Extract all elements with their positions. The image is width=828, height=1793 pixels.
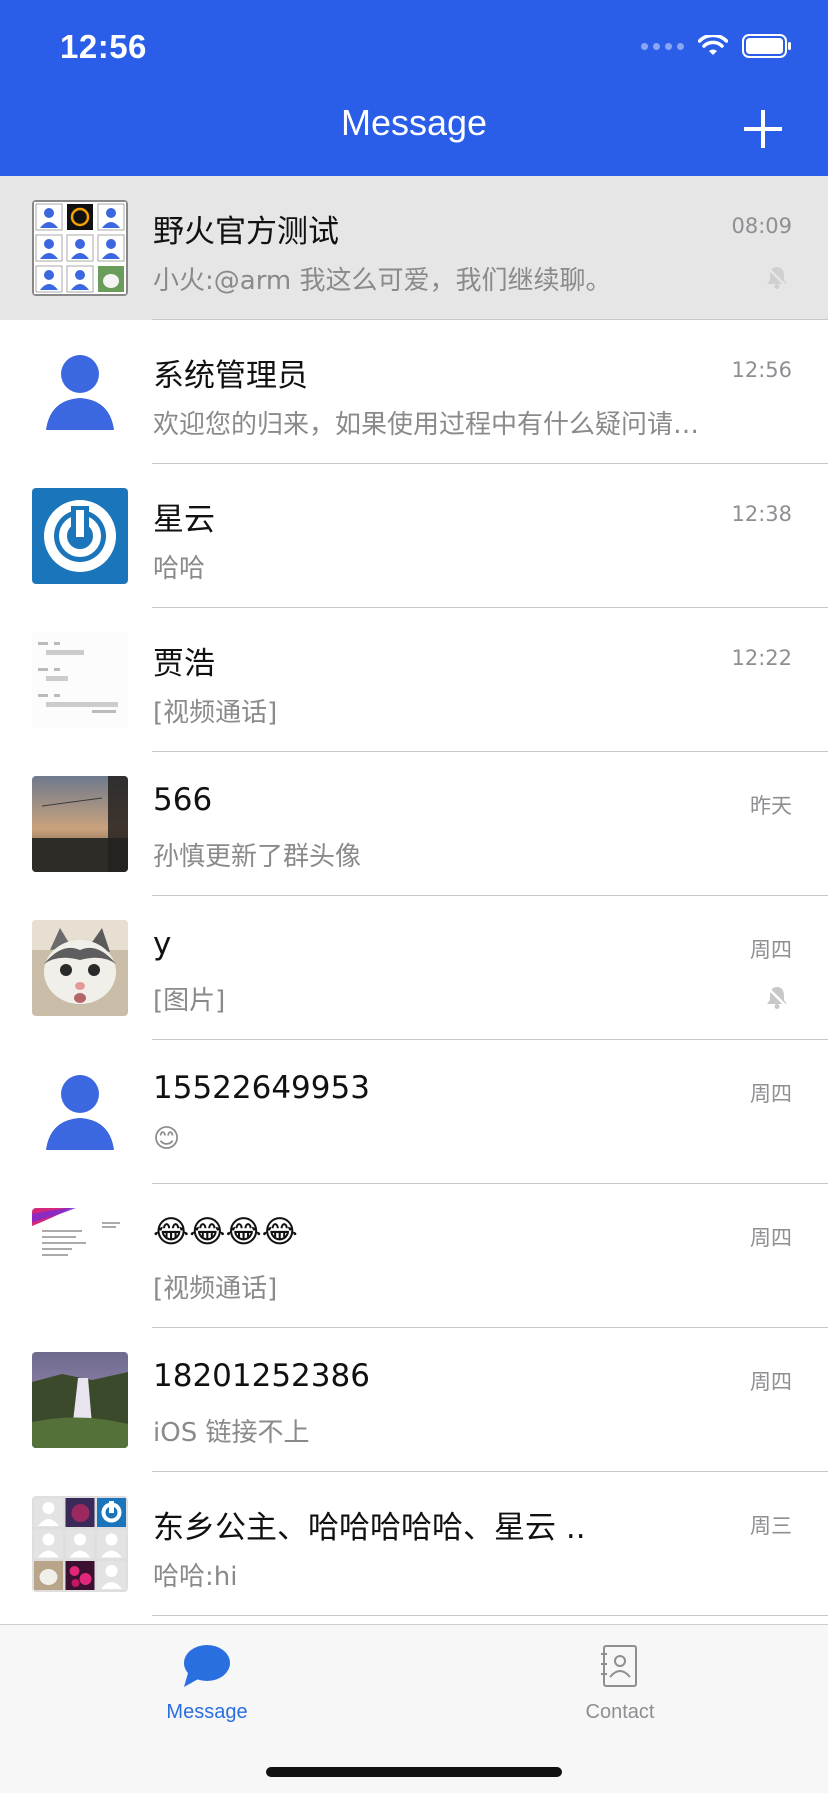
conversation-row[interactable]: 系统管理员 12:56 欢迎您的归来，如果使用过程中有什么疑问请… (0, 320, 828, 464)
conversation-preview: 小火:@arm 我这么可爱，我们继续聊。 (153, 266, 612, 296)
conversation-preview: 哈哈:hi (153, 1562, 238, 1592)
conversation-preview: [图片] (153, 986, 226, 1016)
conversation-row[interactable]: 😂😂😂😂 周四 [视频通话] (0, 1184, 828, 1328)
conversation-row[interactable]: 星云 12:38 哈哈 (0, 464, 828, 608)
conversation-row[interactable]: 贾浩 12:22 [视频通话] (0, 608, 828, 752)
conversation-preview: 😊 (153, 1124, 181, 1154)
conversation-preview: [视频通话] (153, 1274, 278, 1304)
conversation-preview: 哈哈 (153, 554, 206, 584)
battery-icon (742, 34, 791, 58)
add-icon[interactable] (742, 108, 784, 150)
tab-message-label: Message (166, 1701, 248, 1723)
default-user-avatar (32, 1064, 128, 1160)
tab-contact-label: Contact (585, 1701, 655, 1723)
conversation-name: 18201252386 (153, 1358, 370, 1394)
conversation-preview: iOS 链接不上 (153, 1418, 310, 1448)
conversation-time: 12:38 (731, 502, 792, 526)
conversation-time: 周四 (750, 1226, 792, 1250)
default-user-avatar (32, 344, 128, 440)
conversation-preview: [视频通话] (153, 698, 278, 728)
chat-bubble-icon (184, 1645, 230, 1687)
conversation-time: 周三 (750, 1514, 792, 1538)
conversation-name: y (153, 926, 172, 962)
conversation-name: 野火官方测试 (153, 214, 339, 250)
conversation-time: 昨天 (750, 794, 792, 818)
document-avatar (32, 1208, 128, 1304)
conversation-name: 贾浩 (153, 646, 215, 682)
navigation-header: 12:56 Message (0, 0, 828, 176)
mute-icon (766, 266, 788, 289)
tab-message[interactable]: Message (107, 1643, 307, 1724)
conversation-row[interactable]: 566 昨天 孙慎更新了群头像 (0, 752, 828, 896)
group-collage-avatar (32, 1496, 128, 1592)
conversation-list: 野火官方测试 08:09 小火:@arm 我这么可爱，我们继续聊。 系统管理员 … (0, 176, 828, 1616)
conversation-preview: 欢迎您的归来，如果使用过程中有什么疑问请… (153, 410, 700, 440)
cat-photo-avatar (32, 920, 128, 1016)
contacts-book-icon (601, 1645, 637, 1687)
conversation-name: 东乡公主、哈哈哈哈哈、星云 .. (153, 1510, 586, 1546)
conversation-row[interactable]: 野火官方测试 08:09 小火:@arm 我这么可爱，我们继续聊。 (0, 176, 828, 320)
status-icons (641, 34, 792, 58)
mute-icon (766, 986, 788, 1009)
conversation-time: 周四 (750, 1370, 792, 1394)
conversation-time: 08:09 (731, 214, 792, 238)
home-indicator (266, 1767, 562, 1777)
conversation-time: 12:22 (731, 646, 792, 670)
conversation-time: 周四 (750, 1082, 792, 1106)
sunset-photo-avatar (32, 776, 128, 872)
conversation-time: 周四 (750, 938, 792, 962)
power-logo-avatar (32, 488, 128, 584)
waterfall-photo-avatar (32, 1352, 128, 1448)
conversation-name: 😂😂😂😂 (153, 1214, 298, 1250)
page-title: Message (340, 102, 488, 143)
conversation-row[interactable]: y 周四 [图片] (0, 896, 828, 1040)
conversation-name: 星云 (153, 502, 215, 538)
conversation-time: 12:56 (731, 358, 792, 382)
conversation-preview: 孙慎更新了群头像 (153, 842, 362, 872)
conversation-row[interactable]: 东乡公主、哈哈哈哈哈、星云 .. 周三 哈哈:hi (0, 1472, 828, 1616)
cellular-signal-icon (641, 42, 684, 50)
screenshot-avatar (32, 632, 128, 728)
group-grid-avatar (32, 200, 128, 296)
wifi-icon (698, 35, 728, 55)
tab-contact[interactable]: Contact (520, 1643, 720, 1724)
conversation-name: 566 (153, 782, 213, 818)
status-time: 12:56 (60, 28, 147, 65)
conversation-row[interactable]: 15522649953 周四 😊 (0, 1040, 828, 1184)
conversation-row[interactable]: 18201252386 周四 iOS 链接不上 (0, 1328, 828, 1472)
conversation-name: 15522649953 (153, 1070, 370, 1106)
conversation-name: 系统管理员 (153, 358, 308, 394)
